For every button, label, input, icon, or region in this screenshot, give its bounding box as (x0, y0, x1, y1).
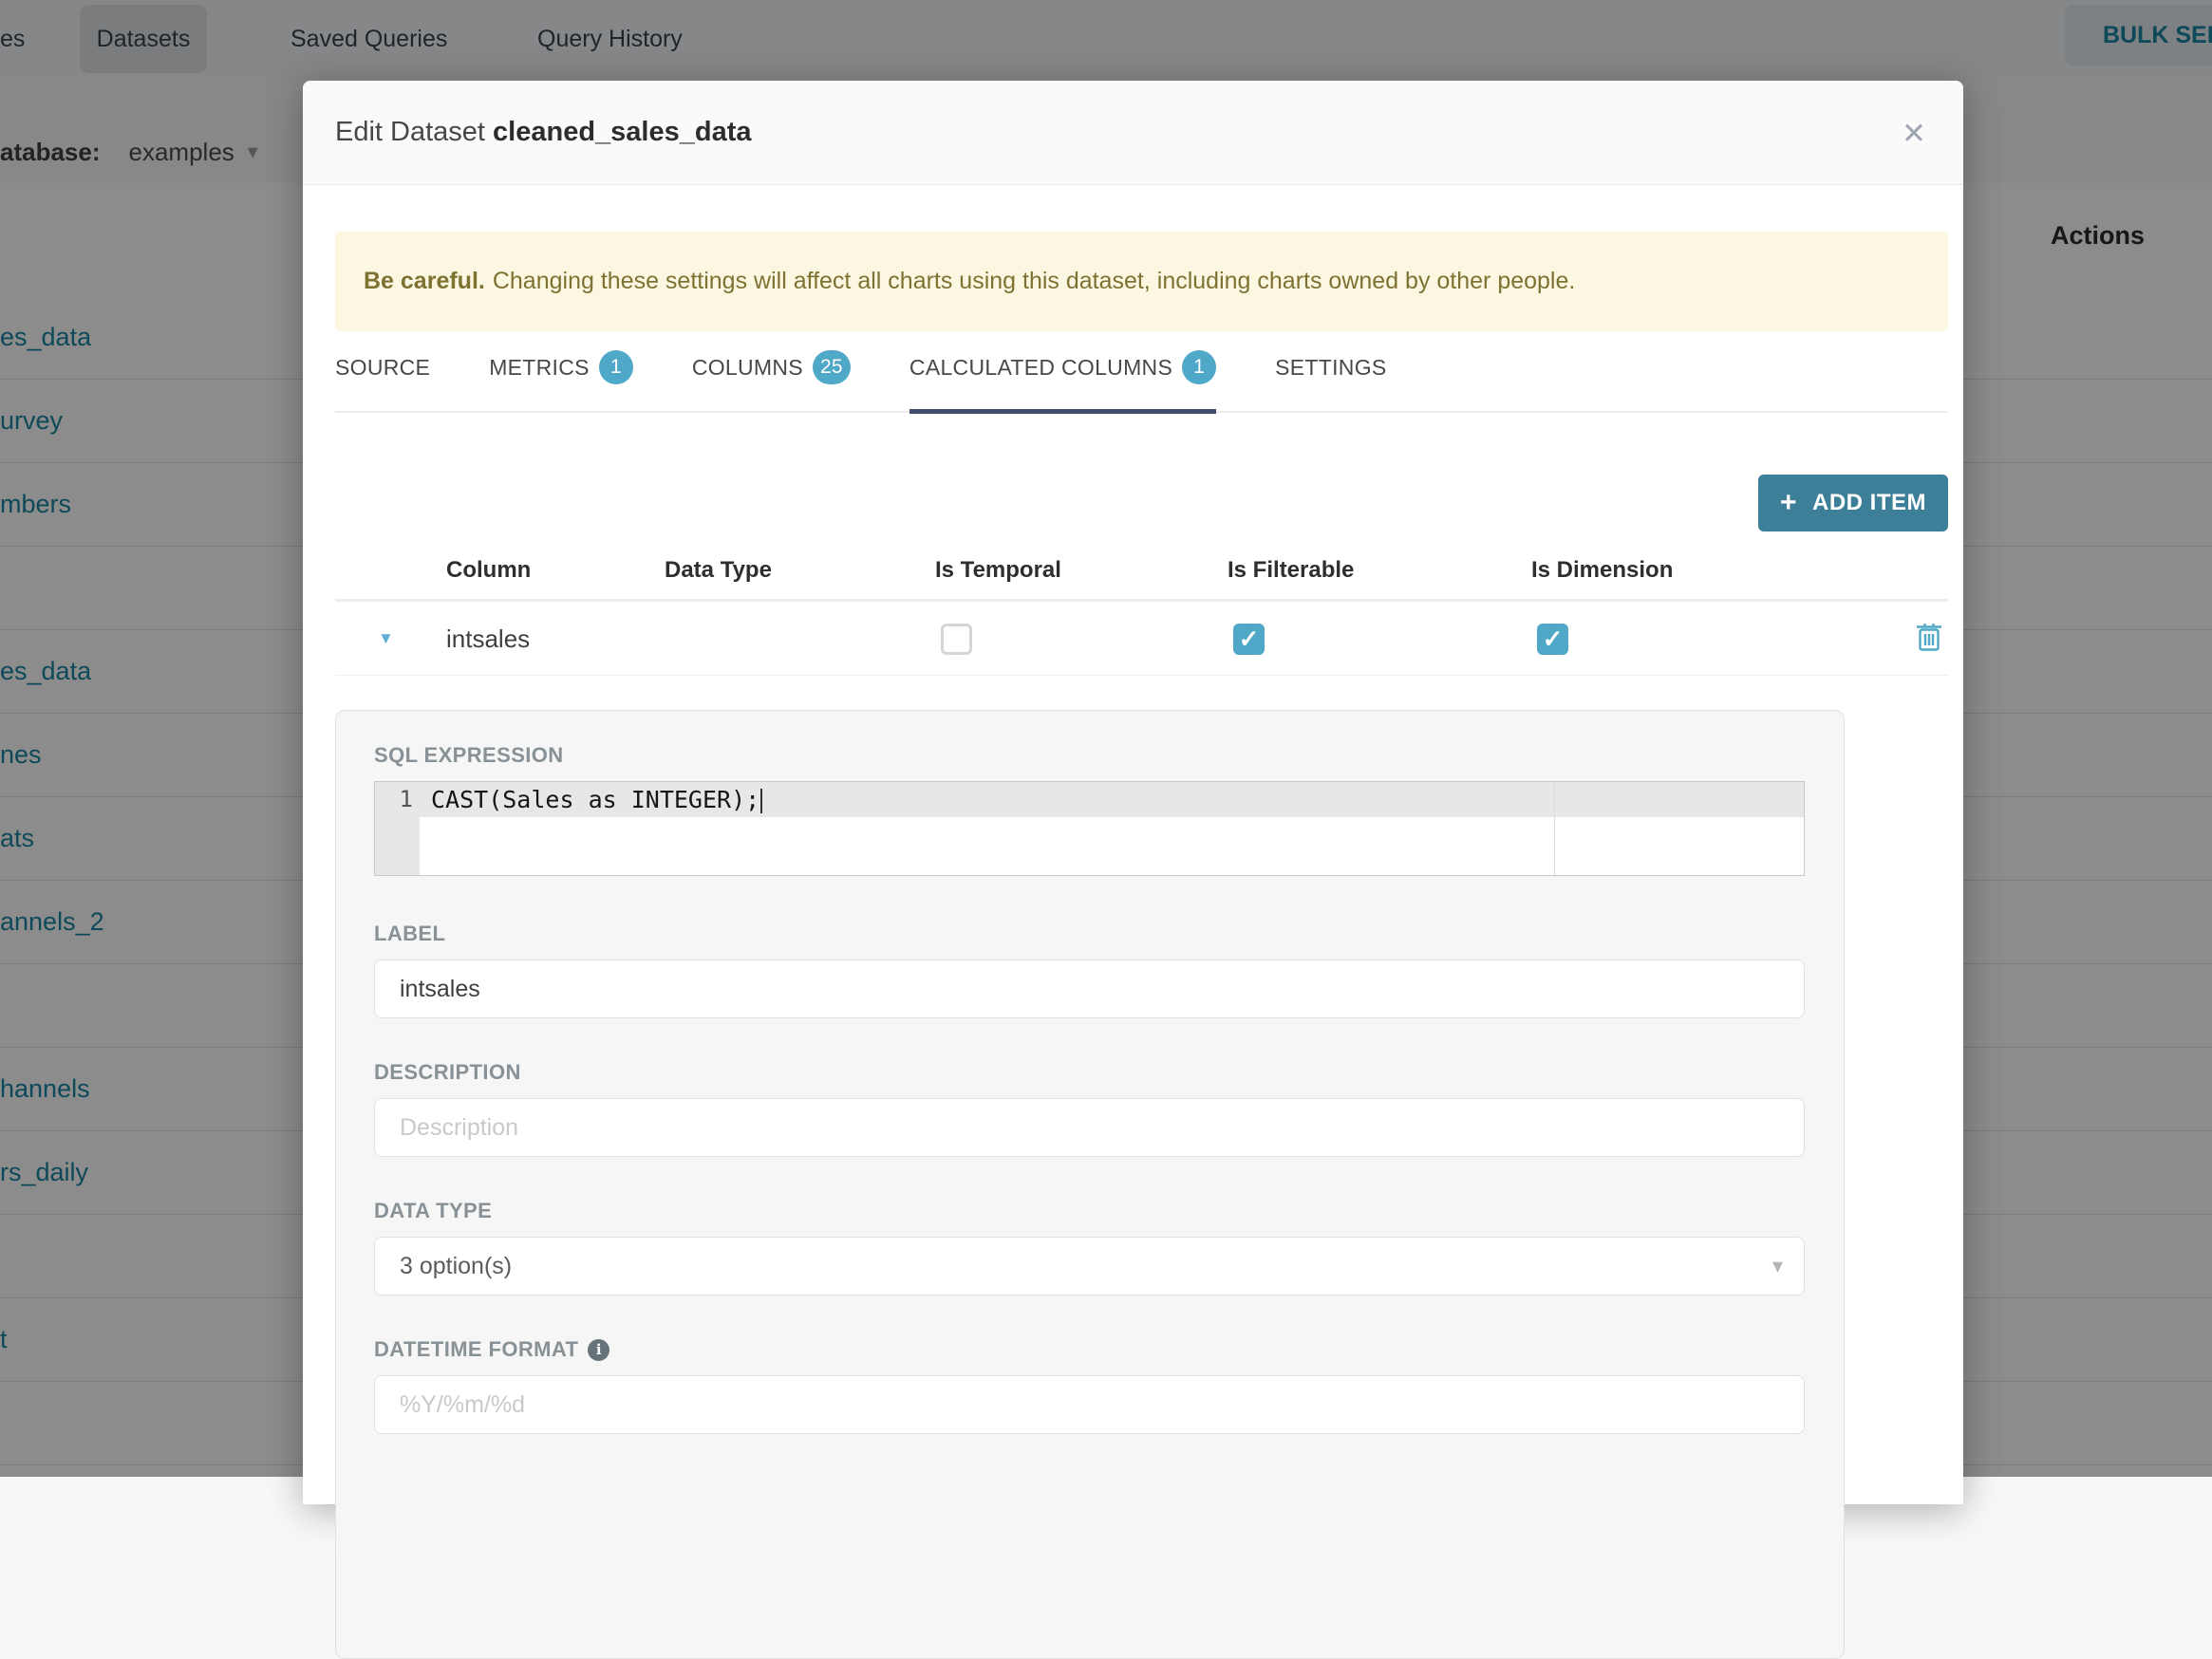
sql-expression-editor[interactable]: 1 CAST(Sales as INTEGER); (374, 781, 1805, 876)
edit-dataset-modal: Edit Dataset cleaned_sales_data ✕ Be car… (303, 81, 1963, 1659)
sql-expression-label-text: SQL EXPRESSION (374, 743, 564, 767)
header-data-type: Data Type (665, 557, 772, 583)
modal-title-dataset-name: cleaned_sales_data (493, 117, 752, 147)
header-is-filterable: Is Filterable (1228, 557, 1355, 583)
datetime-format-label-text: DATETIME FORMAT (374, 1337, 579, 1361)
header-column: Column (446, 557, 532, 583)
warning-banner: Be careful. Changing these settings will… (335, 232, 1948, 331)
label-field-label-text: LABEL (374, 922, 446, 945)
header-is-temporal: Is Temporal (935, 557, 1061, 583)
tab-metrics[interactable]: METRICS 1 (489, 346, 633, 411)
datetime-format-field-label: DATETIME FORMAT i (374, 1337, 1803, 1362)
label-field-label: LABEL (374, 922, 1803, 946)
tab-columns-badge: 25 (812, 350, 851, 384)
editor-line-number: 1 (399, 786, 413, 812)
delete-column-button[interactable] (1916, 622, 1942, 657)
description-field-label-text: DESCRIPTION (374, 1060, 521, 1084)
check-icon: ✓ (1238, 624, 1260, 653)
column-name: intsales (446, 624, 531, 653)
header-divider (335, 599, 1948, 602)
warning-bold-text: Be careful. (364, 268, 485, 294)
calculated-column-detail-panel: SQL EXPRESSION 1 CAST(Sales as INTEGER);… (335, 710, 1845, 1659)
info-icon[interactable]: i (588, 1338, 610, 1361)
editor-print-margin (1554, 782, 1555, 875)
tab-calculated-columns-badge: 1 (1182, 350, 1217, 384)
tab-settings-label: SETTINGS (1275, 354, 1387, 380)
datetime-format-input[interactable] (374, 1375, 1805, 1434)
add-item-label: ADD ITEM (1812, 490, 1927, 515)
header-is-dimension: Is Dimension (1531, 557, 1674, 583)
tab-columns-label: COLUMNS (691, 354, 803, 380)
description-field-label: DESCRIPTION (374, 1060, 1803, 1085)
data-type-field-label-text: DATA TYPE (374, 1199, 493, 1222)
modal-tabs: SOURCE METRICS 1 COLUMNS 25 CALCULATED C… (335, 346, 1948, 414)
add-item-button[interactable]: + ADD ITEM (1758, 475, 1948, 531)
close-icon[interactable]: ✕ (1893, 113, 1935, 155)
modal-title: Edit Dataset cleaned_sales_data (335, 117, 752, 148)
sql-code-text: CAST(Sales as INTEGER); (431, 786, 760, 813)
caret-down-icon: ▾ (1771, 1254, 1783, 1277)
check-icon: ✓ (1542, 624, 1564, 653)
editor-code-line[interactable]: CAST(Sales as INTEGER); (431, 782, 763, 817)
tab-calculated-columns[interactable]: CALCULATED COLUMNS 1 (909, 346, 1217, 414)
sql-expression-label: SQL EXPRESSION (374, 743, 1803, 768)
columns-table-header: Column Data Type Is Temporal Is Filterab… (335, 544, 1948, 597)
tab-metrics-badge: 1 (598, 350, 633, 384)
is-filterable-checkbox[interactable]: ✓ (1233, 623, 1265, 655)
row-divider (335, 675, 1948, 676)
trash-icon (1917, 623, 1941, 651)
data-type-field-label: DATA TYPE (374, 1199, 1803, 1223)
tab-settings[interactable]: SETTINGS (1275, 346, 1386, 411)
is-temporal-checkbox[interactable] (941, 623, 972, 655)
collapse-caret-icon[interactable]: ▼ (378, 629, 446, 648)
modal-title-prefix: Edit Dataset (335, 117, 485, 147)
plus-icon: + (1779, 487, 1798, 518)
tab-source[interactable]: SOURCE (335, 346, 430, 411)
warning-text: Changing these settings will affect all … (492, 268, 1576, 294)
calculated-column-row: ▼ intsales ✓ ✓ (335, 605, 1948, 673)
label-input[interactable] (374, 960, 1805, 1018)
tab-metrics-label: METRICS (489, 354, 590, 380)
tab-source-label: SOURCE (335, 354, 431, 380)
tab-columns[interactable]: COLUMNS 25 (692, 346, 851, 411)
description-input[interactable] (374, 1098, 1805, 1157)
tab-calculated-columns-label: CALCULATED COLUMNS (909, 354, 1173, 380)
modal-header: Edit Dataset cleaned_sales_data ✕ (303, 81, 1963, 185)
data-type-select[interactable]: 3 option(s) ▾ (374, 1237, 1805, 1296)
data-type-selected-value: 3 option(s) (400, 1252, 513, 1279)
editor-cursor (760, 789, 763, 813)
is-dimension-checkbox[interactable]: ✓ (1537, 623, 1568, 655)
